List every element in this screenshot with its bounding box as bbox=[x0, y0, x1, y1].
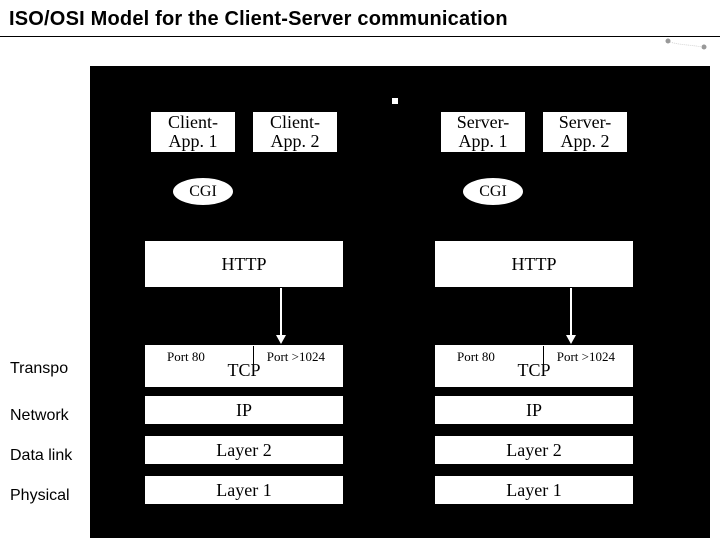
client-layer1: Layer 1 bbox=[144, 475, 344, 505]
title-underline bbox=[0, 36, 720, 37]
server-layer1: Layer 1 bbox=[434, 475, 634, 505]
label-physical: Physical bbox=[10, 487, 70, 505]
client-cgi: CGI bbox=[172, 177, 234, 206]
server-tcp-label: TCP bbox=[435, 360, 633, 381]
client-layer2: Layer 2 bbox=[144, 435, 344, 465]
client-app-2: Client- App. 2 bbox=[252, 111, 338, 153]
client-tcp-label: TCP bbox=[145, 360, 343, 381]
server-app-2: Server- App. 2 bbox=[542, 111, 628, 153]
client-http: HTTP bbox=[144, 240, 344, 288]
slide-title: ISO/OSI Model for the Client-Server comm… bbox=[9, 8, 508, 31]
server-layer2: Layer 2 bbox=[434, 435, 634, 465]
corner-dots-icon bbox=[664, 37, 708, 51]
client-arrow-down-icon bbox=[276, 288, 286, 344]
server-ip: IP bbox=[434, 395, 634, 425]
server-tcp: Port 80 Port >1024 TCP bbox=[434, 344, 634, 388]
label-network: Network bbox=[10, 407, 69, 425]
server-http: HTTP bbox=[434, 240, 634, 288]
server-app-1: Server- App. 1 bbox=[440, 111, 526, 153]
client-app-1: Client- App. 1 bbox=[150, 111, 236, 153]
label-datalink: Data link bbox=[10, 447, 72, 465]
client-ip: IP bbox=[144, 395, 344, 425]
server-cgi: CGI bbox=[462, 177, 524, 206]
label-transport: Transpo bbox=[10, 360, 68, 378]
station-tick bbox=[392, 98, 398, 104]
client-tcp: Port 80 Port >1024 TCP bbox=[144, 344, 344, 388]
server-arrow-down-icon bbox=[566, 288, 576, 344]
diagram-stage: Client- App. 1 Client- App. 2 CGI HTTP P… bbox=[90, 66, 710, 538]
